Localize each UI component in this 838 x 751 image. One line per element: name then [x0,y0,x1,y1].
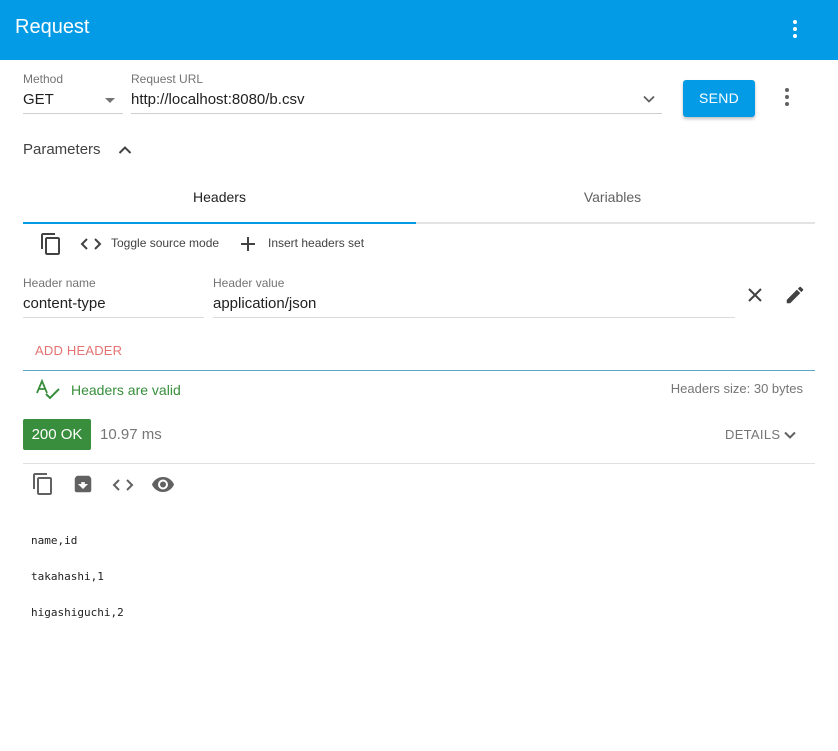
chevron-down-icon[interactable] [641,91,657,107]
header-value-label: Header value [213,276,285,290]
headers-size: Headers size: 30 bytes [670,381,803,396]
headers-valid-status: Headers are valid [71,382,181,398]
divider [23,463,815,464]
toggle-source-mode-button[interactable]: Toggle source mode [111,236,219,250]
response-line: takahashi,1 [31,570,104,583]
parameters-toggle[interactable]: Parameters [23,140,143,162]
url-input[interactable]: http://localhost:8080/b.csv [131,88,662,114]
method-label: Method [23,72,64,86]
code-icon[interactable] [80,234,102,254]
details-label: DETAILS [725,427,781,442]
request-more-vert-icon[interactable] [777,86,797,108]
chevron-down-icon [784,431,796,439]
eye-icon[interactable] [151,474,175,494]
response-time: 10.97 ms [100,426,162,443]
more-vert-icon[interactable] [784,16,806,42]
code-icon[interactable] [112,475,134,495]
chevron-up-icon [118,146,132,154]
insert-headers-set-button[interactable]: Insert headers set [268,236,364,250]
method-value: GET [23,91,54,108]
add-icon[interactable] [239,235,257,253]
close-icon[interactable] [746,286,764,304]
header-value-input[interactable]: application/json [213,292,735,318]
copy-icon[interactable] [31,472,55,496]
tab-headers[interactable]: Headers [23,176,416,222]
details-button[interactable]: DETAILS [725,426,805,444]
add-header-button[interactable]: ADD HEADER [35,343,122,358]
send-button[interactable]: SEND [683,80,755,117]
tab-variables[interactable]: Variables [416,176,809,222]
response-line: name,id [31,534,78,547]
response-line: higashiguchi,2 [31,606,124,619]
app-bar: Request [0,0,838,60]
copy-icon[interactable] [39,232,63,256]
header-name-input[interactable]: content-type [23,292,204,318]
method-select[interactable]: GET [23,88,123,114]
header-value-value: application/json [213,295,317,312]
spellcheck-icon [36,379,60,400]
url-value: http://localhost:8080/b.csv [131,91,305,108]
archive-download-icon[interactable] [72,473,94,495]
response-body: name,id takahashi,1 higashiguchi,2 [31,514,124,640]
parameters-label: Parameters [23,141,101,158]
tab-indicator [23,222,416,224]
divider [23,370,815,371]
url-label: Request URL [131,72,204,86]
header-name-value: content-type [23,295,106,312]
edit-icon[interactable] [784,284,806,306]
tab-bar: Headers Variables [23,176,815,224]
header-name-label: Header name [23,276,96,290]
status-badge: 200 OK [23,419,91,450]
app-title: Request [15,16,90,38]
dropdown-arrow-icon [105,98,115,103]
